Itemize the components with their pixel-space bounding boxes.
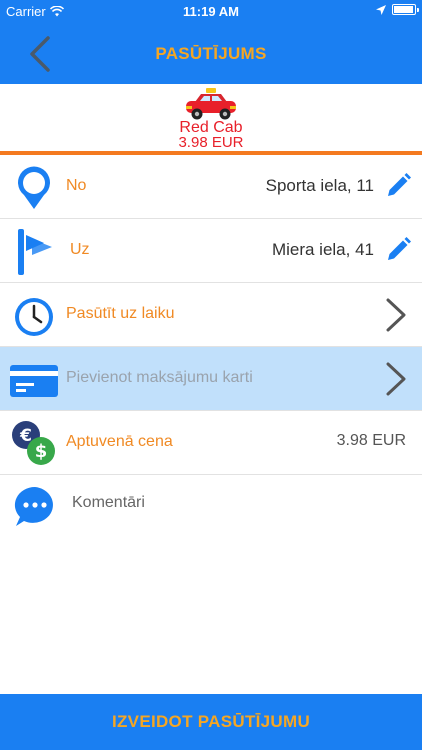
payment-row[interactable]: Pievienot maksājumu karti [0,347,422,411]
schedule-label: Pasūtīt uz laiku [66,305,175,322]
clock-icon [15,298,53,336]
from-label: No [66,177,87,194]
nav-bar: PASŪTĪJUMS [0,22,422,84]
payment-placeholder: Pievienot maksājumu karti [66,369,253,386]
to-label: Uz [70,241,90,258]
estimate-row: € $ Aptuvenā cena 3.98 EUR [0,411,422,475]
page-title: PASŪTĪJUMS [155,44,267,63]
estimate-value: 3.98 EUR [336,432,406,449]
battery-icon [392,4,419,15]
chevron-right-icon [386,298,406,332]
car-icon [186,88,236,120]
currency-coins-icon: € $ [12,421,55,465]
cab-summary: Red Cab 3.98 EUR [0,84,422,152]
status-time: 11:19 AM [183,4,239,19]
from-row[interactable]: No Sporta iela, 11 [0,155,422,219]
credit-card-icon [10,365,58,397]
comment-row[interactable]: Komentāri [0,476,422,540]
chat-bubble-icon [14,486,53,526]
destination-flag-icon [18,229,52,275]
map-pin-icon [18,166,51,209]
create-order-button[interactable]: IZVEIDOT PASŪTĪJUMU [0,694,422,750]
cab-price: 3.98 EUR [178,134,244,151]
location-arrow-icon [376,4,386,15]
chevron-right-icon [386,362,406,396]
svg-text:$: $ [35,441,48,462]
from-address: Sporta iela, 11 [265,176,374,195]
pencil-icon[interactable] [384,236,412,264]
status-bar: Carrier 11:19 AM [0,0,422,22]
pencil-icon[interactable] [384,172,412,200]
to-address: Miera iela, 41 [271,240,374,259]
to-row[interactable]: Uz Miera iela, 41 [0,219,422,283]
estimate-label: Aptuvenā cena [66,433,173,450]
schedule-row[interactable]: Pasūtīt uz laiku [0,283,422,347]
comment-label: Komentāri [72,494,145,511]
